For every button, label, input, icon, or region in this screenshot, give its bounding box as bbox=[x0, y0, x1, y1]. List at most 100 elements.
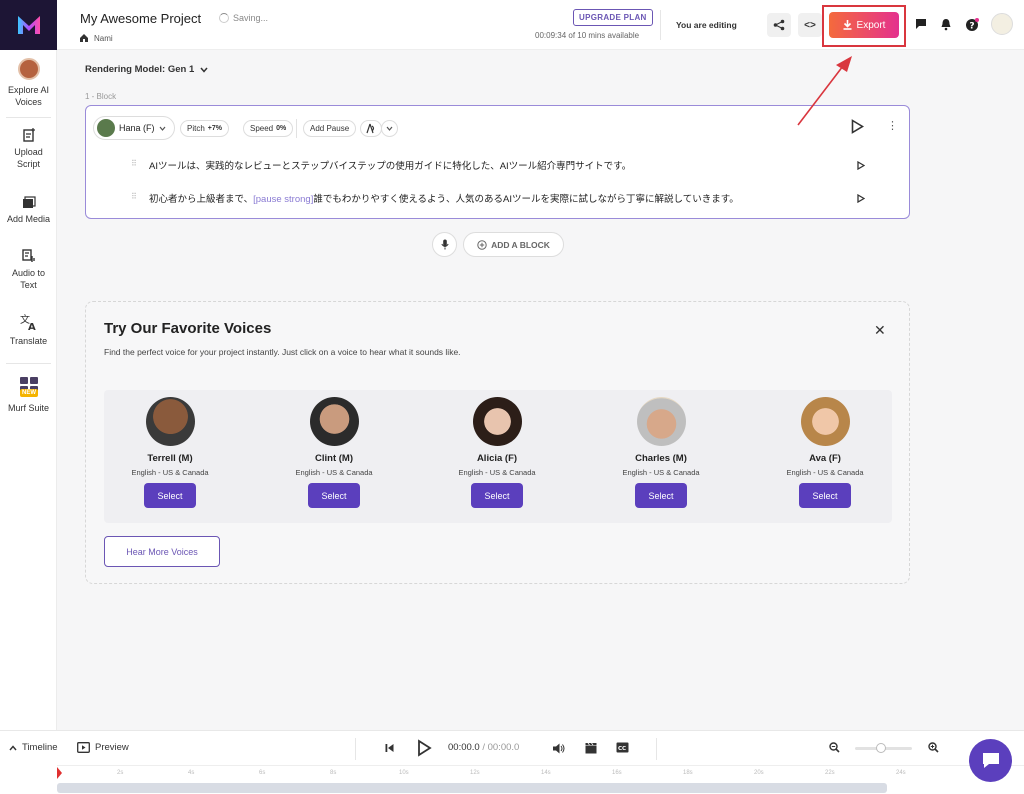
voice-name: Hana (F) bbox=[119, 123, 155, 133]
voice-card[interactable]: Charles (M) English - US & Canada Select bbox=[579, 397, 743, 508]
preview-label: Preview bbox=[95, 742, 129, 753]
record-button[interactable] bbox=[432, 232, 457, 257]
block-play-icon[interactable] bbox=[851, 119, 864, 134]
timeline-scrollbar[interactable] bbox=[57, 783, 887, 793]
upgrade-plan-button[interactable]: UPGRADE PLAN bbox=[573, 9, 653, 26]
preview-icon bbox=[77, 742, 90, 753]
voice-card[interactable]: Clint (M) English - US & Canada Select bbox=[252, 397, 416, 508]
skip-back-icon[interactable] bbox=[385, 743, 394, 753]
voice-card[interactable]: Ava (F) English - US & Canada Select bbox=[743, 397, 907, 508]
saving-label: Saving... bbox=[233, 13, 269, 23]
user-avatar[interactable] bbox=[991, 13, 1013, 35]
sidebar-item-translate[interactable]: 文A Translate bbox=[0, 313, 57, 347]
script-block[interactable]: Hana (F) Pitch +7% Speed 0% Add Pause ⋮ … bbox=[85, 105, 910, 219]
playhead-marker[interactable] bbox=[57, 767, 62, 779]
chat-support-button[interactable] bbox=[969, 739, 1012, 782]
rendering-model-dropdown[interactable]: Rendering Model: Gen 1 bbox=[85, 64, 208, 75]
voice-selector[interactable]: Hana (F) bbox=[93, 116, 175, 140]
share-button[interactable] bbox=[767, 13, 791, 37]
zoom-out-icon[interactable] bbox=[829, 742, 840, 753]
preview-button[interactable]: Preview bbox=[77, 742, 129, 753]
script-line[interactable]: AIツールは、実践的なレビューとステップバイステップの使用ガイドに特化した、AI… bbox=[149, 158, 631, 172]
select-voice-button[interactable]: Select bbox=[635, 483, 687, 508]
pitch-control[interactable]: Pitch +7% bbox=[180, 120, 230, 137]
microphone-icon bbox=[440, 239, 449, 250]
svg-text:?: ? bbox=[969, 22, 974, 32]
add-block-label: ADD A BLOCK bbox=[491, 239, 550, 250]
hear-more-voices-button[interactable]: Hear More Voices bbox=[104, 536, 220, 567]
logo-icon bbox=[17, 16, 40, 34]
sidebar-item-audio-to-text[interactable]: Audio to Text bbox=[0, 249, 57, 291]
bar-divider bbox=[656, 738, 657, 760]
captions-icon[interactable]: CC bbox=[616, 742, 629, 753]
voice-card[interactable]: Terrell (M) English - US & Canada Select bbox=[88, 397, 252, 508]
voice-photo bbox=[636, 397, 686, 446]
sidebar-item-label: Explore AI Voices bbox=[7, 85, 50, 107]
breadcrumb[interactable]: Nami bbox=[79, 33, 113, 43]
select-voice-button[interactable]: Select bbox=[308, 483, 360, 508]
bell-icon[interactable] bbox=[940, 18, 952, 31]
voice-photo bbox=[145, 397, 195, 446]
help-icon[interactable]: ? bbox=[965, 18, 979, 32]
add-block-button[interactable]: ADD A BLOCK bbox=[463, 232, 564, 257]
project-title[interactable]: My Awesome Project bbox=[80, 11, 201, 26]
voice-name: Ava (F) bbox=[809, 453, 841, 464]
add-pause-button[interactable]: Add Pause bbox=[303, 120, 357, 137]
share-icon bbox=[773, 19, 785, 31]
sidebar-item-add-media[interactable]: Add Media bbox=[0, 196, 57, 225]
line-play-icon[interactable] bbox=[857, 194, 865, 203]
chevron-down-icon bbox=[386, 126, 393, 131]
drag-handle-icon[interactable]: ⠿ bbox=[131, 192, 137, 201]
new-badge: NEW bbox=[20, 389, 38, 397]
emphasis-icon bbox=[366, 123, 375, 134]
clapperboard-icon[interactable] bbox=[585, 742, 597, 754]
line-play-icon[interactable] bbox=[857, 161, 865, 170]
embed-button[interactable]: <> bbox=[798, 13, 822, 37]
comment-icon[interactable] bbox=[915, 18, 927, 30]
ruler-tick: 16s bbox=[612, 770, 622, 776]
pause-tag[interactable]: [pause strong] bbox=[253, 194, 313, 205]
close-icon[interactable]: ✕ bbox=[874, 322, 886, 339]
kebab-menu-icon[interactable]: ⋮ bbox=[887, 119, 898, 132]
upload-script-icon bbox=[22, 128, 35, 142]
speed-control[interactable]: Speed 0% bbox=[243, 120, 294, 137]
block-label: 1 - Block bbox=[85, 92, 117, 101]
play-icon[interactable] bbox=[417, 739, 432, 757]
emphasis-button[interactable] bbox=[360, 120, 382, 137]
chat-bubble-icon bbox=[982, 753, 999, 768]
saving-status: Saving... bbox=[219, 13, 268, 23]
ruler-tick: 14s bbox=[541, 770, 551, 776]
voice-language: English - US & Canada bbox=[786, 468, 864, 477]
header-divider bbox=[660, 10, 661, 40]
script-text: AIツールは、実践的なレビューとステップバイステップの使用ガイドに特化した、AI… bbox=[149, 161, 632, 172]
media-icon bbox=[22, 196, 36, 208]
select-voice-button[interactable]: Select bbox=[144, 483, 196, 508]
current-time: 00:00.0 bbox=[448, 742, 480, 753]
sidebar-item-explore-voices[interactable]: Explore AI Voices bbox=[0, 58, 57, 108]
sidebar-item-upload-script[interactable]: Upload Script bbox=[0, 128, 57, 170]
volume-icon[interactable] bbox=[552, 743, 565, 754]
sidebar-item-label: Audio to Text bbox=[11, 268, 46, 290]
pitch-value: +7% bbox=[207, 125, 223, 132]
spinner-icon bbox=[219, 13, 229, 23]
voice-avatar-icon bbox=[17, 58, 40, 80]
select-voice-button[interactable]: Select bbox=[471, 483, 523, 508]
zoom-in-icon[interactable] bbox=[928, 742, 939, 753]
drag-handle-icon[interactable]: ⠿ bbox=[131, 159, 137, 168]
script-line[interactable]: 初心者から上級者まで、[pause strong]誰でもわかりやすく使えるよう、… bbox=[149, 191, 739, 205]
translate-icon: 文A bbox=[20, 313, 36, 331]
chevron-down-icon bbox=[200, 67, 208, 73]
ruler-tick: 12s bbox=[470, 770, 480, 776]
zoom-slider-handle[interactable] bbox=[876, 743, 886, 753]
voice-card[interactable]: Alicia (F) English - US & Canada Select bbox=[415, 397, 579, 508]
select-voice-button[interactable]: Select bbox=[799, 483, 851, 508]
editor-area: Rendering Model: Gen 1 1 - Block Hana (F… bbox=[57, 50, 1024, 730]
more-options-dropdown[interactable] bbox=[381, 120, 398, 137]
chevron-up-icon bbox=[9, 744, 17, 750]
timeline-toggle[interactable]: Timeline bbox=[9, 742, 58, 753]
murf-logo[interactable] bbox=[0, 0, 57, 50]
voice-avatar bbox=[97, 119, 115, 137]
ruler-tick: 2s bbox=[117, 770, 124, 776]
script-text: 初心者から上級者まで、 bbox=[149, 194, 254, 205]
voice-photo bbox=[800, 397, 850, 446]
